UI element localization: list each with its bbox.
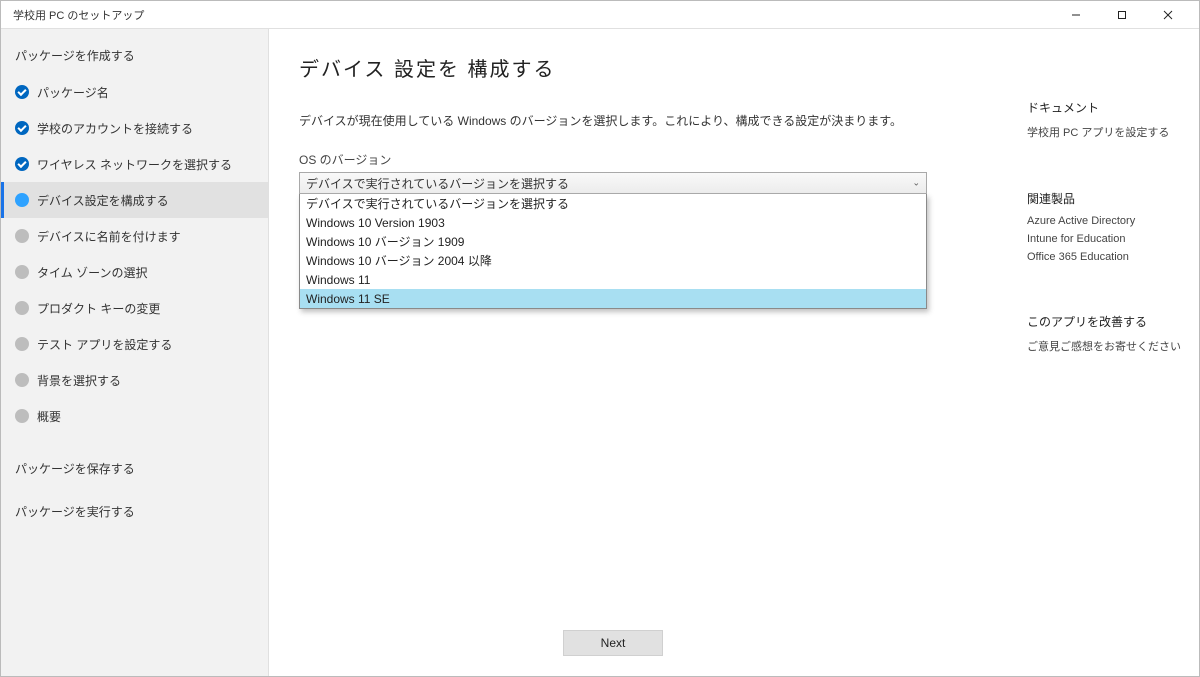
os-version-dropdown: デバイスで実行されているバージョンを選択するWindows 10 Version… xyxy=(299,194,927,309)
sidebar-section-run[interactable]: パッケージを実行する xyxy=(1,499,268,530)
window-controls xyxy=(1053,1,1191,29)
improve-heading: このアプリを改善する xyxy=(1027,313,1183,330)
sidebar-item-8[interactable]: 背景を選択する xyxy=(1,362,268,398)
app-window: 学校用 PC のセットアップ パッケージを作成する パッケージ名学校のアカウント… xyxy=(0,0,1200,677)
sidebar-item-2[interactable]: ワイヤレス ネットワークを選択する xyxy=(1,146,268,182)
window-title: 学校用 PC のセットアップ xyxy=(13,7,144,23)
related-link-0[interactable]: Azure Active Directory xyxy=(1027,215,1183,227)
main-panel: デバイス 設定を 構成する デバイスが現在使用している Windows のバージ… xyxy=(269,29,1019,676)
sidebar-item-label: 背景を選択する xyxy=(37,372,121,389)
docs-link-setup-school-pc[interactable]: 学校用 PC アプリを設定する xyxy=(1027,124,1183,140)
related-link-2[interactable]: Office 365 Education xyxy=(1027,251,1183,263)
docs-heading: ドキュメント xyxy=(1027,99,1183,116)
feedback-link[interactable]: ご意見ご感想をお寄せください xyxy=(1027,338,1183,354)
sidebar-item-1[interactable]: 学校のアカウントを接続する xyxy=(1,110,268,146)
status-dot-icon xyxy=(15,409,29,423)
os-option-3[interactable]: Windows 10 バージョン 2004 以降 xyxy=(300,251,926,270)
os-option-2[interactable]: Windows 10 バージョン 1909 xyxy=(300,232,926,251)
sidebar-item-label: デバイス設定を構成する xyxy=(37,192,169,209)
page-description: デバイスが現在使用している Windows のバージョンを選択します。これにより… xyxy=(299,112,989,129)
os-option-5[interactable]: Windows 11 SE xyxy=(300,289,926,308)
page-title: デバイス 設定を 構成する xyxy=(299,53,989,82)
chevron-down-icon: ⌄ xyxy=(912,178,920,189)
sidebar-item-label: 概要 xyxy=(37,408,61,425)
maximize-button[interactable] xyxy=(1099,1,1145,29)
sidebar-item-label: テスト アプリを設定する xyxy=(37,336,172,353)
status-dot-icon xyxy=(15,229,29,243)
right-panel: ドキュメント 学校用 PC アプリを設定する 関連製品 Azure Active… xyxy=(1019,29,1199,676)
sidebar-item-label: 学校のアカウントを接続する xyxy=(37,120,193,137)
sidebar-item-6[interactable]: プロダクト キーの変更 xyxy=(1,290,268,326)
os-option-4[interactable]: Windows 11 xyxy=(300,270,926,289)
sidebar-item-label: パッケージ名 xyxy=(37,84,109,101)
os-version-combobox[interactable]: デバイスで実行されているバージョンを選択する ⌄ xyxy=(299,172,927,194)
sidebar-item-label: プロダクト キーの変更 xyxy=(37,300,160,317)
os-option-1[interactable]: Windows 10 Version 1903 xyxy=(300,213,926,232)
os-version-label: OS のバージョン xyxy=(299,151,989,168)
close-button[interactable] xyxy=(1145,1,1191,29)
sidebar-item-label: タイム ゾーンの選択 xyxy=(37,264,148,281)
sidebar-item-3[interactable]: デバイス設定を構成する xyxy=(1,182,268,218)
status-dot-icon xyxy=(15,193,29,207)
sidebar-item-label: デバイスに名前を付けます xyxy=(37,228,181,245)
check-circle-icon xyxy=(15,85,29,99)
sidebar-item-9[interactable]: 概要 xyxy=(1,398,268,434)
check-circle-icon xyxy=(15,121,29,135)
os-version-selected-value: デバイスで実行されているバージョンを選択する xyxy=(306,175,569,192)
related-link-1[interactable]: Intune for Education xyxy=(1027,233,1183,245)
minimize-button[interactable] xyxy=(1053,1,1099,29)
sidebar-section-create: パッケージを作成する xyxy=(1,43,268,74)
sidebar: パッケージを作成する パッケージ名学校のアカウントを接続するワイヤレス ネットワ… xyxy=(1,29,269,676)
sidebar-item-4[interactable]: デバイスに名前を付けます xyxy=(1,218,268,254)
body: パッケージを作成する パッケージ名学校のアカウントを接続するワイヤレス ネットワ… xyxy=(1,29,1199,676)
check-circle-icon xyxy=(15,157,29,171)
status-dot-icon xyxy=(15,301,29,315)
sidebar-item-7[interactable]: テスト アプリを設定する xyxy=(1,326,268,362)
sidebar-item-0[interactable]: パッケージ名 xyxy=(1,74,268,110)
titlebar: 学校用 PC のセットアップ xyxy=(1,1,1199,29)
sidebar-item-5[interactable]: タイム ゾーンの選択 xyxy=(1,254,268,290)
related-heading: 関連製品 xyxy=(1027,190,1183,207)
next-button[interactable]: Next xyxy=(563,630,663,656)
status-dot-icon xyxy=(15,265,29,279)
sidebar-item-label: ワイヤレス ネットワークを選択する xyxy=(37,156,232,173)
status-dot-icon xyxy=(15,373,29,387)
sidebar-section-save[interactable]: パッケージを保存する xyxy=(1,456,268,487)
os-option-0[interactable]: デバイスで実行されているバージョンを選択する xyxy=(300,194,926,213)
status-dot-icon xyxy=(15,337,29,351)
